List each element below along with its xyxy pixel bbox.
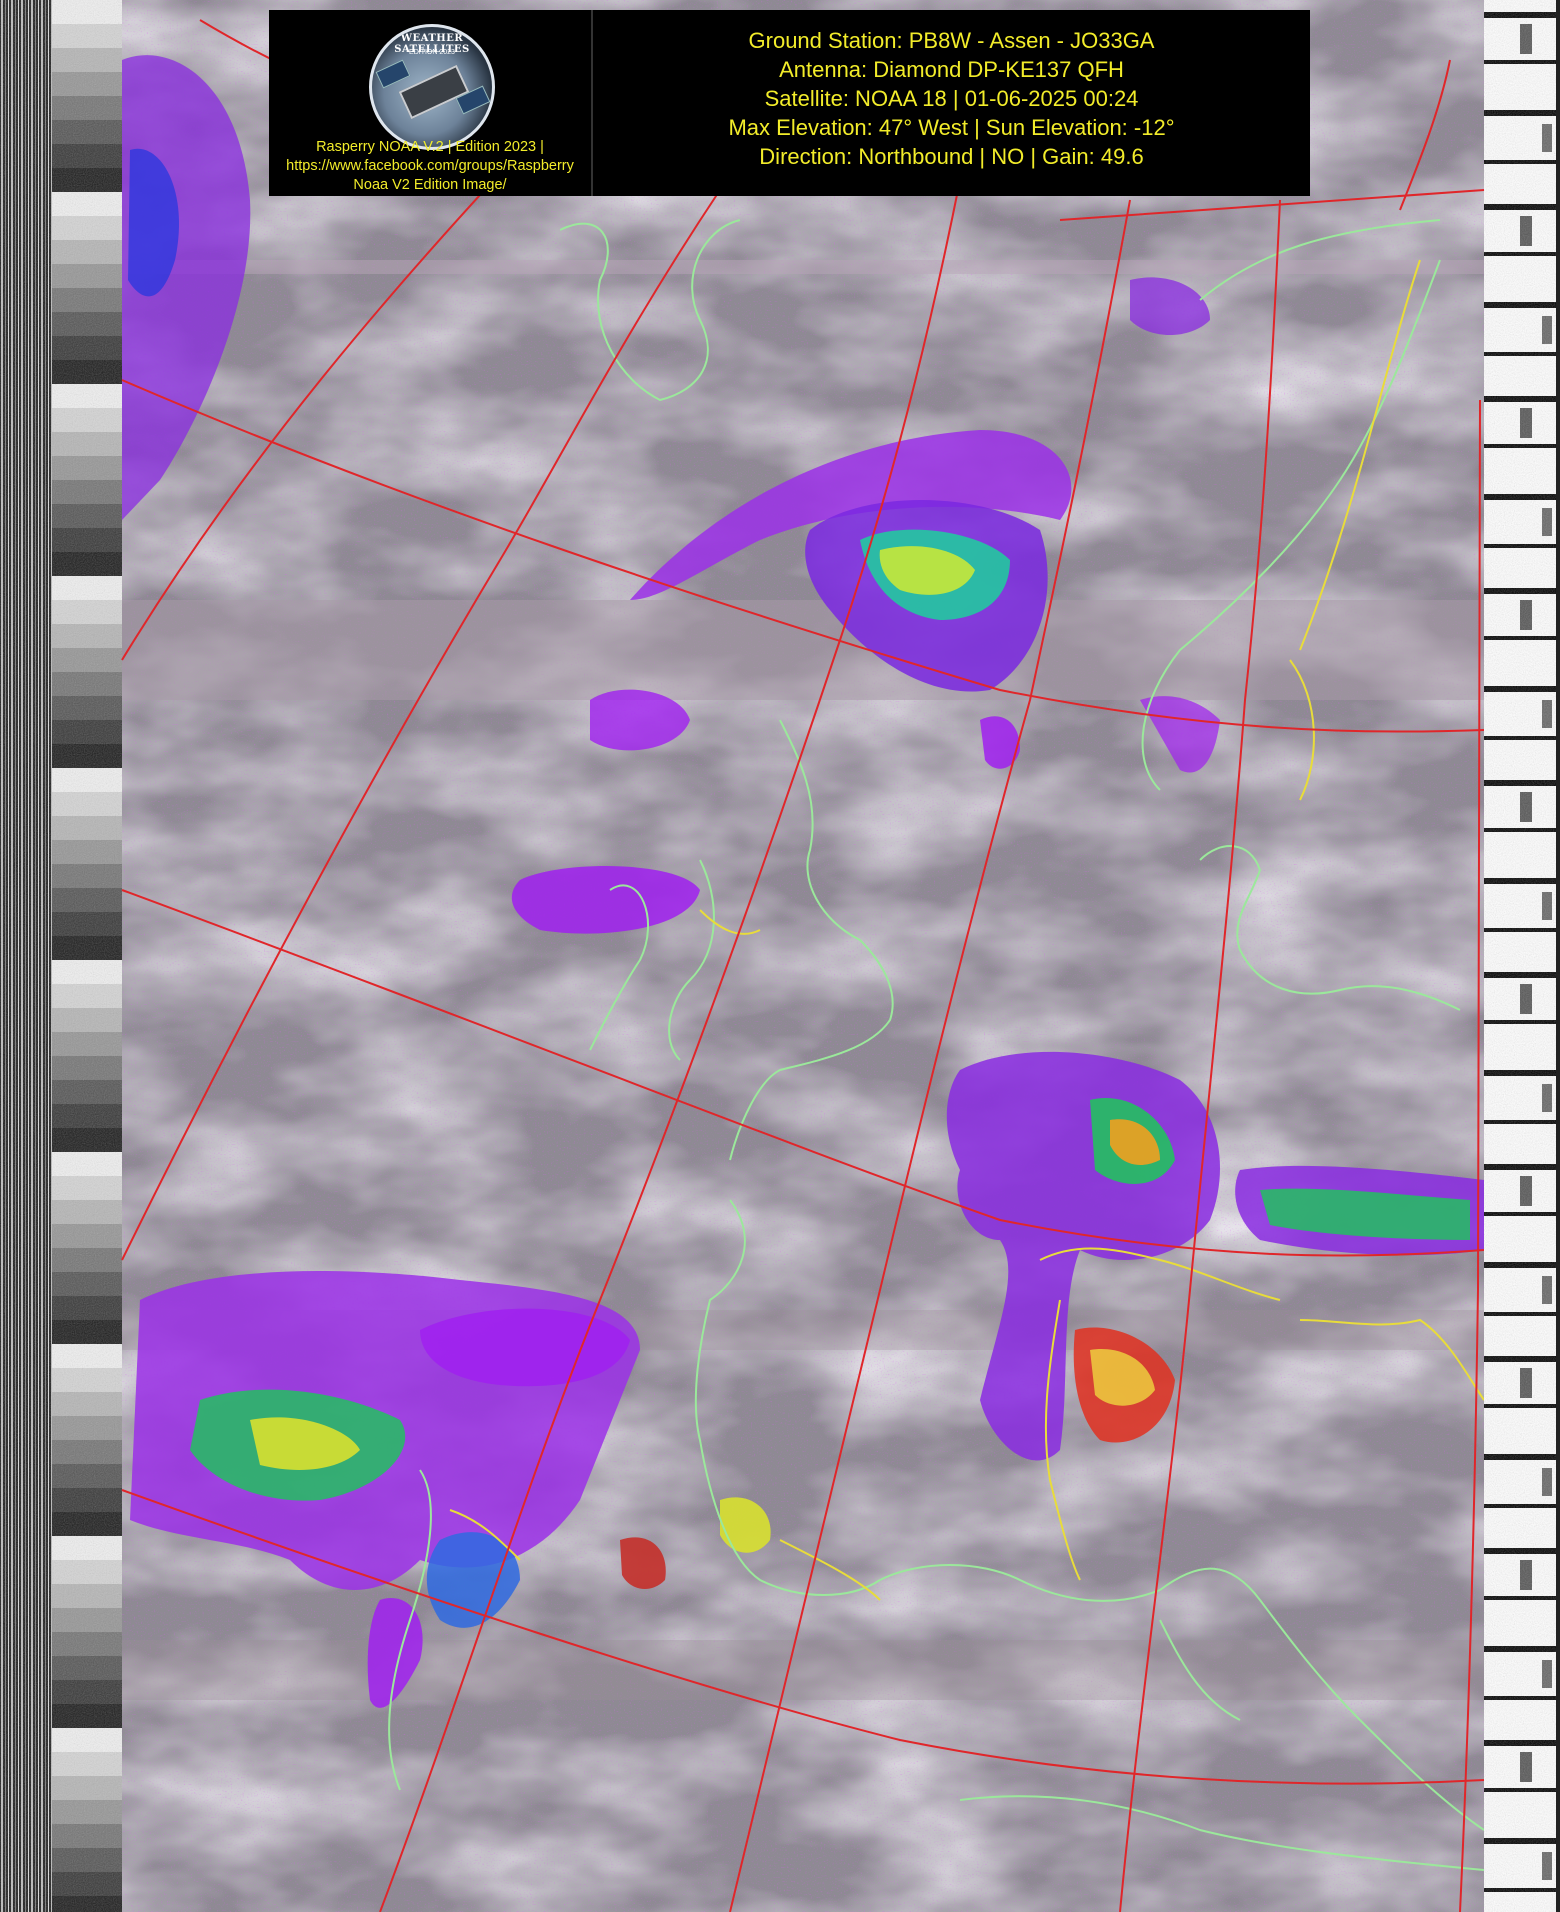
right-telemetry-strip	[1484, 0, 1560, 1912]
ground-station-line: Ground Station: PB8W - Assen - JO33GA	[748, 28, 1155, 53]
noise-band	[122, 600, 1484, 700]
noise-band	[122, 1640, 1484, 1700]
left-telemetry-strip	[0, 0, 122, 1912]
pass-info-panel: Ground Station: PB8W - Assen - JO33GA An…	[593, 10, 1310, 196]
weather-map	[0, 0, 1560, 1912]
logo-caption: Rasperry NOAA V.2 | Edition 2023 | https…	[269, 138, 591, 195]
antenna-line: Antenna: Diamond DP-KE137 QFH	[779, 57, 1124, 82]
satellite-image: WEATHER SATELLITES EDITION 2023 Rasperry…	[0, 0, 1560, 1912]
direction-line: Direction: Northbound | NO | Gain: 49.6	[759, 144, 1144, 169]
logo-caption-line: Rasperry NOAA V.2 | Edition 2023 |	[316, 139, 544, 155]
logo-caption-line: https://www.facebook.com/groups/Raspberr…	[286, 158, 574, 174]
badge-subtitle: EDITION 2023	[409, 49, 455, 56]
solar-panel-icon	[375, 59, 411, 89]
satellite-line: Satellite: NOAA 18 | 01-06-2025 00:24	[764, 86, 1139, 111]
satellite-badge-icon: WEATHER SATELLITES EDITION 2023	[369, 24, 495, 150]
logo-caption-line: Noaa V2 Edition Image/	[353, 177, 507, 193]
elevation-line: Max Elevation: 47° West | Sun Elevation:…	[728, 115, 1175, 140]
noise-band	[122, 260, 1484, 274]
logo-panel: WEATHER SATELLITES EDITION 2023 Rasperry…	[269, 10, 593, 196]
